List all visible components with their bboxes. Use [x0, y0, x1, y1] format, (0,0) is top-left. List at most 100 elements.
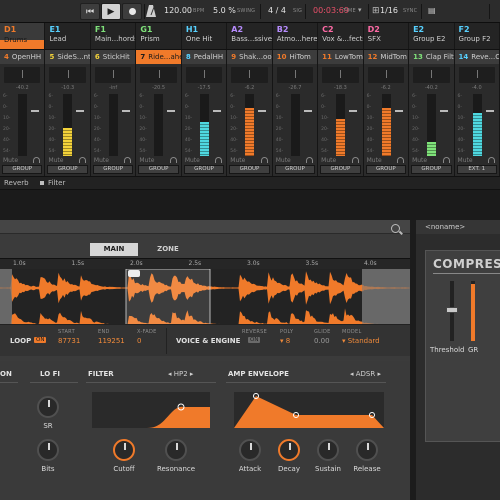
strip-header[interactable]: 12 MidTom: [363, 50, 409, 64]
strip-output-route[interactable]: GROUP: [47, 165, 88, 174]
strip-output-route[interactable]: EXT. 1: [456, 165, 497, 174]
strip-fader[interactable]: [31, 110, 39, 112]
mixer-strip[interactable]: 4 OpenHH -40.2 6- 0- 10- 20- 40- 54- Mute GROUP: [0, 50, 46, 177]
strip-pan-knob[interactable]: [4, 67, 41, 83]
group-pad-b2[interactable]: B2 Atmo...heres: [273, 23, 319, 49]
strip-output-route[interactable]: GROUP: [92, 165, 134, 174]
rewind-button[interactable]: ⏮: [80, 3, 100, 20]
decay-knob[interactable]: [278, 439, 300, 461]
strip-mute-button[interactable]: Mute: [139, 157, 154, 164]
strip-header[interactable]: 6 StickHit: [90, 50, 136, 64]
strip-output-route[interactable]: GROUP: [274, 165, 316, 174]
strip-mute-button[interactable]: Mute: [321, 157, 336, 164]
strip-header[interactable]: 8 PedalHH: [181, 50, 227, 64]
mixer-strip[interactable]: 6 StickHit -inf 6- 0- 10- 20- 40- 54- Mute GROUP: [90, 50, 137, 177]
strip-mute-button[interactable]: Mute: [3, 157, 18, 164]
group-pad-f1[interactable]: F1 Main...hords: [91, 23, 137, 49]
strip-fader[interactable]: [167, 110, 176, 112]
cutoff-knob[interactable]: [113, 439, 135, 461]
headphones-icon[interactable]: [351, 157, 359, 163]
strip-mute-button[interactable]: Mute: [185, 157, 200, 164]
glide-value[interactable]: 0.00: [314, 337, 330, 345]
strip-pan-knob[interactable]: [458, 67, 495, 83]
loop-on-toggle[interactable]: ON: [34, 337, 47, 343]
mixer-strip[interactable]: 9Shak...oogle -6.2 6- 0- 10- 20- 40- 54- MuteGRO…: [227, 50, 273, 177]
headphones-icon[interactable]: [260, 157, 268, 163]
strip-mute-button[interactable]: Mute: [48, 157, 63, 164]
strip-pan-knob[interactable]: [413, 67, 450, 83]
strip-header[interactable]: 14Reve...Crash: [454, 50, 499, 64]
mixer-strip[interactable]: 10 HiTom -26.7 6- 0- 10- 20- 40- 54- Mute GROUP: [272, 50, 319, 177]
bits-knob[interactable]: [37, 439, 59, 461]
strip-output-route[interactable]: GROUP: [229, 165, 270, 174]
headphones-icon[interactable]: [397, 157, 405, 163]
reverse-toggle[interactable]: ON: [248, 337, 261, 343]
strip-fader[interactable]: [440, 110, 449, 112]
zoom-icon[interactable]: [391, 224, 400, 233]
tab-main[interactable]: MAIN: [90, 243, 138, 256]
record-button[interactable]: [122, 3, 142, 20]
mixer-strip[interactable]: 14Reve...Crash -4.0 6- 0- 10- 20- 40- 54- MuteEX…: [454, 50, 500, 177]
mixer-strip[interactable]: 8 PedalHH -17.5 6- 0- 10- 20- 40- 54- Mute GROUP: [181, 50, 228, 177]
play-button[interactable]: ▶: [101, 3, 121, 20]
headphones-icon[interactable]: [442, 157, 450, 163]
strip-mute-button[interactable]: Mute: [276, 157, 291, 164]
strip-pan-knob[interactable]: [367, 67, 405, 83]
resonance-knob[interactable]: [165, 439, 187, 461]
strip-output-route[interactable]: GROUP: [365, 165, 407, 174]
group-pad-a2[interactable]: A2 Bass...ssive: [227, 23, 273, 49]
strip-mute-button[interactable]: Mute: [412, 157, 427, 164]
strip-fader[interactable]: [121, 110, 130, 112]
strip-output-route[interactable]: GROUP: [411, 165, 452, 174]
strip-output-route[interactable]: GROUP: [138, 165, 179, 174]
group-pad-c2[interactable]: C2 Vox &...fects: [318, 23, 364, 49]
strip-header[interactable]: 9Shak...oogle: [227, 50, 272, 64]
tab-zone[interactable]: ZONE: [146, 243, 190, 256]
headphones-icon[interactable]: [215, 157, 223, 163]
strip-mute-button[interactable]: Mute: [458, 157, 473, 164]
strip-pan-knob[interactable]: [49, 67, 86, 83]
xfade-value[interactable]: 0: [137, 337, 141, 345]
release-knob[interactable]: [356, 439, 378, 461]
loop-start-value[interactable]: 87731: [58, 337, 80, 345]
strip-pan-knob[interactable]: [94, 67, 132, 83]
threshold-slider[interactable]: [446, 281, 458, 341]
strip-pan-knob[interactable]: [140, 67, 177, 83]
threshold-thumb[interactable]: [446, 307, 458, 313]
headphones-icon[interactable]: [78, 157, 86, 163]
metronome-icon[interactable]: [146, 5, 156, 17]
strip-fader[interactable]: [303, 110, 312, 112]
strip-output-route[interactable]: GROUP: [320, 165, 361, 174]
arranger-icon[interactable]: ▤: [428, 6, 436, 15]
headphones-icon[interactable]: [33, 157, 41, 163]
strip-fader[interactable]: [394, 110, 403, 112]
strip-header[interactable]: 10 HiTom: [272, 50, 318, 64]
group-pad-e2[interactable]: E2 Group E2: [409, 23, 455, 49]
strip-fader[interactable]: [212, 110, 221, 112]
swing-value[interactable]: 5.0 %: [213, 6, 236, 15]
mixer-strip[interactable]: 12 MidTom -6.2 6- 0- 10- 20- 40- 54- Mute GROUP: [363, 50, 410, 177]
tempo-value[interactable]: 120.00: [164, 6, 192, 15]
strip-pan-knob[interactable]: [322, 67, 359, 83]
group-pad-h1[interactable]: H1 One Hit: [182, 23, 228, 49]
strip-output-route[interactable]: GROUP: [183, 165, 225, 174]
strip-header[interactable]: 4 OpenHH: [0, 50, 45, 64]
group-pad-g1[interactable]: G1 Prism: [136, 23, 182, 49]
amp-type[interactable]: ◂ ADSR ▸: [350, 370, 381, 378]
sync-label[interactable]: SYNC: [403, 8, 417, 14]
strip-pan-knob[interactable]: [276, 67, 314, 83]
strip-fader[interactable]: [258, 110, 267, 112]
strip-fader[interactable]: [485, 110, 494, 112]
strip-fader[interactable]: [349, 110, 358, 112]
group-pad-e1[interactable]: E1 Lead: [45, 23, 91, 49]
mixer-strip[interactable]: 13Clap Filthy -40.2 6- 0- 10- 20- 40- 54- MuteGR…: [409, 50, 455, 177]
strip-mute-button[interactable]: Mute: [94, 157, 109, 164]
headphones-icon[interactable]: [169, 157, 177, 163]
group-pad-f2[interactable]: F2 Group F2: [455, 23, 500, 49]
filter-type[interactable]: ◂ HP2 ▸: [168, 370, 193, 378]
loop-end-value[interactable]: 119251: [98, 337, 125, 345]
strip-mute-button[interactable]: Mute: [367, 157, 382, 164]
fx-reverb[interactable]: Reverb: [4, 179, 29, 187]
strip-output-route[interactable]: GROUP: [2, 165, 43, 174]
fx-filter[interactable]: Filter: [40, 179, 65, 187]
